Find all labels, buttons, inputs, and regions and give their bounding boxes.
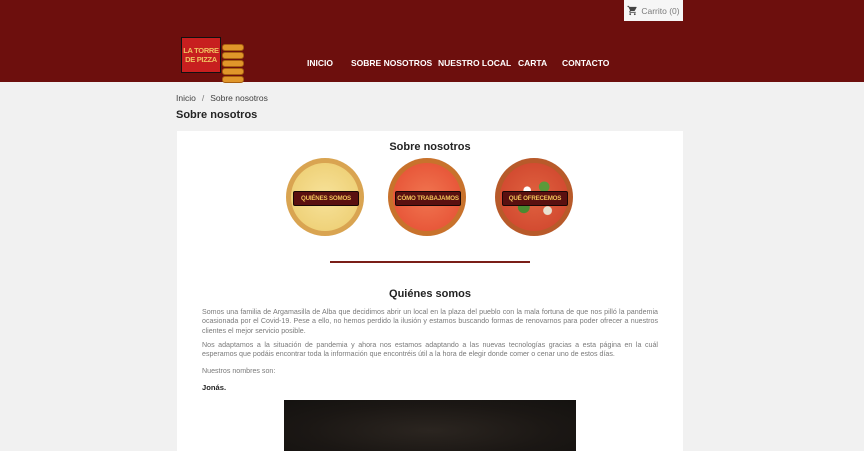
breadcrumb-current: Sobre nosotros <box>210 93 268 103</box>
logo-wordmark: LA TORRE DE PIZZA <box>181 37 221 73</box>
names-intro: Nuestros nombres son: <box>202 367 276 375</box>
breadcrumb-separator: / <box>201 93 205 103</box>
nav-item-inicio[interactable]: INICIO <box>307 58 333 68</box>
site-header: Carrito (0) LA TORRE DE PIZZA INICIO SOB… <box>0 0 864 83</box>
team-photo <box>284 400 576 451</box>
nav-item-nuestro-local[interactable]: NUESTRO LOCAL <box>438 58 511 68</box>
quienes-somos-label: QUIÉNES SOMOS <box>293 191 359 206</box>
cart-button[interactable]: Carrito (0) <box>624 0 683 21</box>
content-heading: Sobre nosotros <box>389 141 471 153</box>
nav-item-sobre-nosotros[interactable]: SOBRE NOSOTROS <box>351 58 432 68</box>
adaptation-paragraph: Nos adaptamos a la situación de pandemia… <box>202 341 658 359</box>
que-ofrecemos-label: QUÉ OFRECEMOS <box>502 191 568 206</box>
shopping-cart-icon <box>627 5 637 16</box>
breadcrumb: Inicio / Sobre nosotros <box>176 93 268 103</box>
como-trabajamos-button[interactable]: CÓMO TRABAJAMOS <box>388 158 466 236</box>
quienes-somos-button[interactable]: QUIÉNES SOMOS <box>286 158 364 236</box>
name-jonas: Jonás. <box>202 383 227 392</box>
que-ofrecemos-button[interactable]: QUÉ OFRECEMOS <box>495 158 573 236</box>
site-logo[interactable]: LA TORRE DE PIZZA <box>181 33 247 83</box>
cart-label: Carrito (0) <box>641 5 680 16</box>
pizza-stack-icon <box>222 44 244 83</box>
nav-item-contacto[interactable]: CONTACTO <box>562 58 609 68</box>
content-card: Sobre nosotros QUIÉNES SOMOS CÓMO TRABAJ… <box>177 131 683 451</box>
como-trabajamos-label: CÓMO TRABAJAMOS <box>395 191 461 206</box>
nav-item-carta[interactable]: CARTA <box>518 58 547 68</box>
intro-paragraph: Somos una familia de Argamasilla de Alba… <box>202 308 658 335</box>
breadcrumb-home-link[interactable]: Inicio <box>176 93 196 103</box>
section-title: Quiénes somos <box>389 288 471 300</box>
page-title: Sobre nosotros <box>176 109 258 121</box>
section-divider <box>330 261 530 263</box>
